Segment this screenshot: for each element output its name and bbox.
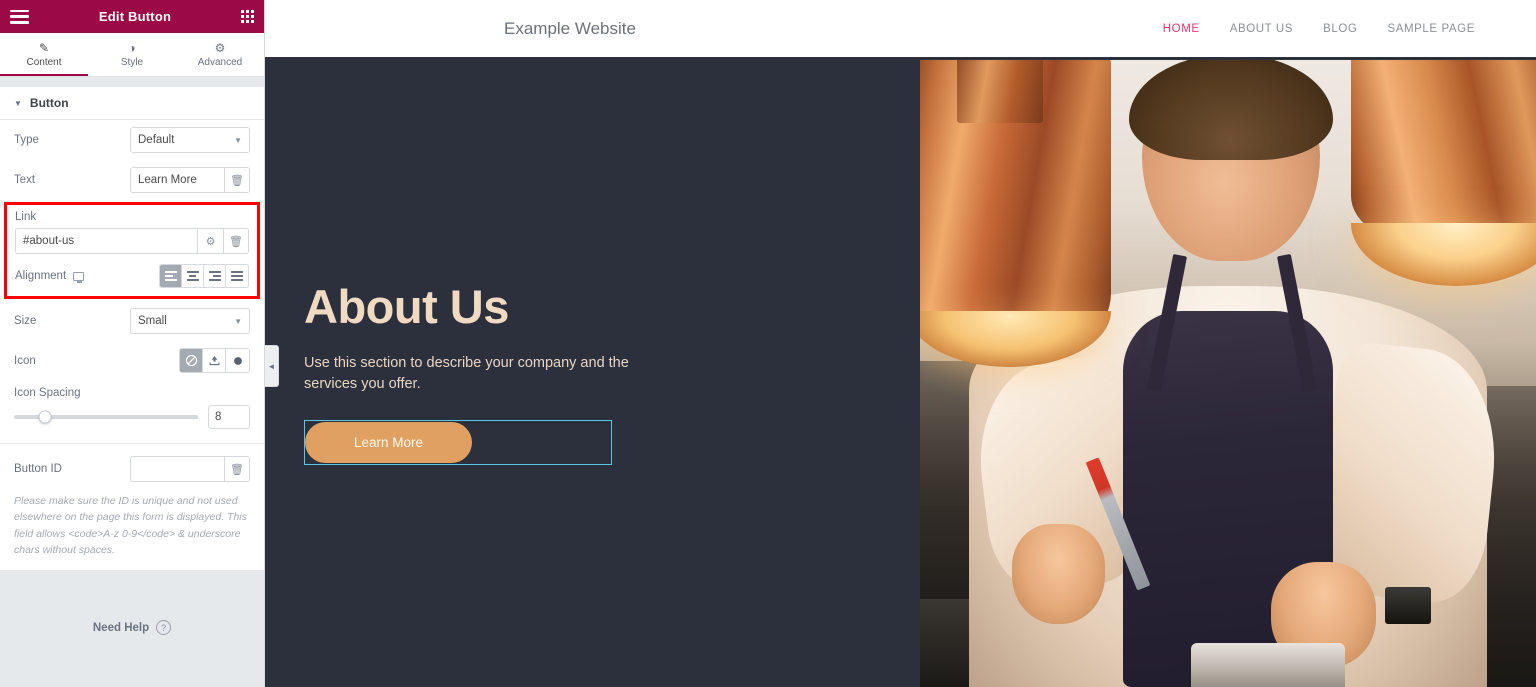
icon-library-circle-icon bbox=[233, 356, 242, 365]
size-label: Size bbox=[14, 315, 37, 327]
control-type: Type Default ▼ bbox=[0, 120, 264, 160]
need-help-button[interactable]: Need Help ? bbox=[92, 620, 172, 636]
icon-spacing-slider-row: 8 bbox=[0, 401, 264, 437]
control-size: Size Small ▼ bbox=[0, 301, 264, 341]
link-input[interactable] bbox=[15, 228, 197, 254]
panel-tabs: ✎ Content ◑ Style ⚙ Advanced bbox=[0, 33, 264, 77]
text-input[interactable] bbox=[130, 167, 224, 193]
tab-style[interactable]: ◑ Style bbox=[88, 33, 176, 76]
pencil-icon: ✎ bbox=[38, 40, 50, 55]
grid-apps-icon[interactable] bbox=[241, 10, 254, 23]
section-title: Button bbox=[29, 96, 69, 110]
type-label: Type bbox=[14, 134, 39, 146]
icon-spacing-label: Icon Spacing bbox=[14, 387, 81, 399]
button-id-label: Button ID bbox=[14, 463, 62, 475]
icon-label: Icon bbox=[14, 354, 36, 367]
desktop-monitor-icon[interactable] bbox=[73, 271, 85, 283]
nav-item-home[interactable]: HOME bbox=[1163, 23, 1200, 35]
hero-section: About Us Use this section to describe yo… bbox=[265, 57, 1536, 687]
hero-paragraph: Use this section to describe your compan… bbox=[304, 355, 629, 393]
icon-none-button[interactable] bbox=[180, 349, 203, 372]
align-right-button[interactable] bbox=[204, 265, 226, 287]
question-mark-icon: ? bbox=[156, 620, 172, 636]
section-header-button[interactable]: ▼ Button bbox=[0, 87, 264, 120]
photo-pot bbox=[1191, 643, 1346, 687]
type-select-value: Default bbox=[138, 134, 175, 146]
tab-content[interactable]: ✎ Content bbox=[0, 33, 88, 76]
nav-item-sample-page[interactable]: SAMPLE PAGE bbox=[1387, 23, 1475, 35]
link-history-icon[interactable]: 🗑 bbox=[223, 228, 249, 254]
control-alignment: Alignment bbox=[15, 264, 249, 288]
panel-footer: Need Help ? bbox=[0, 570, 264, 687]
site-preview: Example Website HOME ABOUT US BLOG SAMPL… bbox=[265, 0, 1536, 687]
tab-advanced-label: Advanced bbox=[197, 56, 243, 68]
control-icon-spacing: Icon Spacing bbox=[0, 380, 264, 401]
selected-button-widget[interactable]: Learn More bbox=[304, 420, 612, 465]
link-options-gear-icon[interactable]: ⚙ bbox=[197, 228, 223, 254]
upload-svg-icon bbox=[209, 356, 219, 366]
chevron-down-icon: ▼ bbox=[234, 135, 242, 145]
control-icon: Icon bbox=[0, 341, 264, 380]
highlighted-link-region: Link ⚙ 🗑 Alignment bbox=[4, 202, 260, 299]
control-text: Text 🗑 bbox=[0, 160, 264, 200]
icon-spacing-slider[interactable] bbox=[14, 410, 198, 424]
editor-panel: Edit Button ✎ Content ◑ Style ⚙ Advanced… bbox=[0, 0, 265, 687]
align-left-button[interactable] bbox=[160, 265, 182, 287]
button-id-input-group: 🗑 bbox=[130, 456, 250, 482]
none-icon bbox=[185, 354, 197, 367]
text-history-icon[interactable]: 🗑 bbox=[224, 167, 250, 193]
site-title: Example Website bbox=[504, 18, 636, 38]
panel-strip bbox=[0, 77, 264, 87]
align-center-button[interactable] bbox=[182, 265, 204, 287]
icon-spacing-value[interactable]: 8 bbox=[208, 405, 250, 429]
type-select[interactable]: Default ▼ bbox=[130, 127, 250, 153]
photo-wristwatch bbox=[1385, 586, 1432, 625]
alignment-button-group bbox=[159, 264, 249, 288]
nav-item-about-us[interactable]: ABOUT US bbox=[1230, 23, 1293, 35]
text-label: Text bbox=[14, 174, 36, 186]
caret-down-icon: ▼ bbox=[14, 98, 22, 108]
elementor-editor: Edit Button ✎ Content ◑ Style ⚙ Advanced… bbox=[0, 0, 1536, 687]
photo-chef-left-hand bbox=[1012, 523, 1105, 625]
text-input-group: 🗑 bbox=[130, 167, 250, 193]
tab-content-label: Content bbox=[26, 56, 62, 68]
photo-copper-lamp-right bbox=[1351, 60, 1536, 249]
alignment-label: Alignment bbox=[15, 270, 159, 283]
chevron-down-icon: ▼ bbox=[234, 316, 242, 326]
tab-style-label: Style bbox=[120, 56, 144, 68]
hero-heading: About Us bbox=[304, 280, 509, 333]
panel-header: Edit Button bbox=[0, 0, 264, 33]
icon-type-group bbox=[179, 348, 250, 373]
size-select[interactable]: Small ▼ bbox=[130, 308, 250, 334]
need-help-label: Need Help bbox=[92, 621, 150, 634]
link-label: Link bbox=[15, 211, 37, 223]
align-justify-button[interactable] bbox=[226, 265, 248, 287]
icon-upload-svg-button[interactable] bbox=[203, 349, 226, 372]
site-nav: HOME ABOUT US BLOG SAMPLE PAGE bbox=[1163, 23, 1511, 35]
site-header: Example Website HOME ABOUT US BLOG SAMPL… bbox=[265, 0, 1536, 57]
learn-more-button[interactable]: Learn More bbox=[305, 422, 472, 463]
hero-photo bbox=[920, 60, 1536, 687]
panel-collapse-handle[interactable]: ◄ bbox=[265, 345, 279, 387]
button-id-history-icon[interactable]: 🗑 bbox=[224, 456, 250, 482]
half-circle-contrast-icon: ◑ bbox=[128, 40, 136, 55]
link-input-group: ⚙ 🗑 bbox=[15, 228, 249, 254]
panel-body: ▼ Button Type Default ▼ Text 🗑 bbox=[0, 77, 264, 687]
tab-advanced[interactable]: ⚙ Advanced bbox=[176, 33, 264, 76]
button-id-input[interactable] bbox=[130, 456, 224, 482]
hero-text-block: About Us Use this section to describe yo… bbox=[304, 282, 634, 395]
control-button-id: Button ID 🗑 bbox=[0, 444, 264, 489]
slider-handle[interactable] bbox=[38, 410, 52, 424]
photo-copper-lamp-left-neck bbox=[956, 60, 1044, 123]
gear-icon: ⚙ bbox=[214, 40, 226, 55]
nav-item-blog[interactable]: BLOG bbox=[1323, 23, 1357, 35]
icon-library-button[interactable] bbox=[226, 349, 249, 372]
panel-title: Edit Button bbox=[98, 9, 172, 24]
button-id-help-note: Please make sure the ID is unique and no… bbox=[14, 495, 247, 556]
alignment-label-text: Alignment bbox=[15, 270, 67, 282]
size-select-value: Small bbox=[138, 315, 167, 327]
hamburger-menu-icon[interactable] bbox=[10, 9, 29, 24]
photo-chef-hair bbox=[1129, 60, 1333, 161]
